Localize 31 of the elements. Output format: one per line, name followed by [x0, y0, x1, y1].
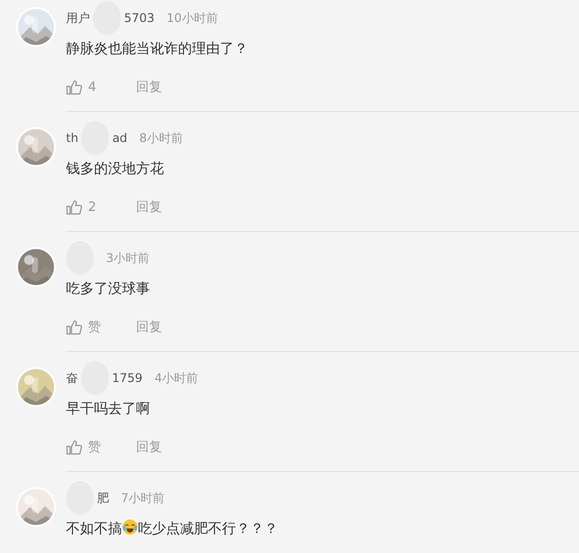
comment-text: 吃多了没球事 — [66, 280, 151, 299]
comment-time: 8小时前 — [139, 130, 183, 146]
comment-time: 7小时前 — [121, 490, 165, 506]
reply-button[interactable]: 回复 — [136, 318, 162, 336]
comment-time: 3小时前 — [106, 250, 150, 266]
thumbs-up-icon[interactable] — [66, 200, 82, 214]
username[interactable]: 5703 — [124, 11, 155, 25]
reply-button[interactable]: 回复 — [136, 438, 162, 456]
comment-text: 静脉炎也能当讹诈的理由了？ — [66, 40, 249, 59]
comment-time: 10小时前 — [166, 10, 218, 26]
username[interactable]: 奋 — [66, 370, 78, 386]
like-count[interactable]: 赞 — [88, 438, 101, 456]
reply-button[interactable]: 回复 — [136, 198, 162, 216]
like-count[interactable]: 2 — [88, 200, 96, 214]
comment-time: 4小时前 — [154, 370, 198, 386]
comment-text: 早干吗去了啊 — [66, 400, 151, 419]
thumbs-up-icon[interactable] — [66, 440, 82, 454]
username[interactable]: ad — [112, 131, 128, 145]
crying-laughing-emoji-icon — [122, 519, 138, 535]
comment-text: 不如不搞 — [66, 521, 122, 537]
comment-text: 钱多的没地方花 — [66, 160, 165, 179]
username[interactable]: th — [66, 131, 78, 145]
thumbs-up-icon[interactable] — [66, 320, 82, 334]
username[interactable]: 肥 — [97, 490, 109, 506]
like-count[interactable]: 4 — [88, 80, 96, 94]
thumbs-up-icon[interactable] — [66, 80, 82, 94]
reply-button[interactable]: 回复 — [136, 78, 162, 96]
like-count[interactable]: 赞 — [88, 318, 101, 336]
comment-text: 吃少点减肥不行？？？ — [138, 521, 278, 537]
username[interactable]: 用户 — [66, 10, 90, 26]
username[interactable]: 1759 — [112, 371, 143, 385]
